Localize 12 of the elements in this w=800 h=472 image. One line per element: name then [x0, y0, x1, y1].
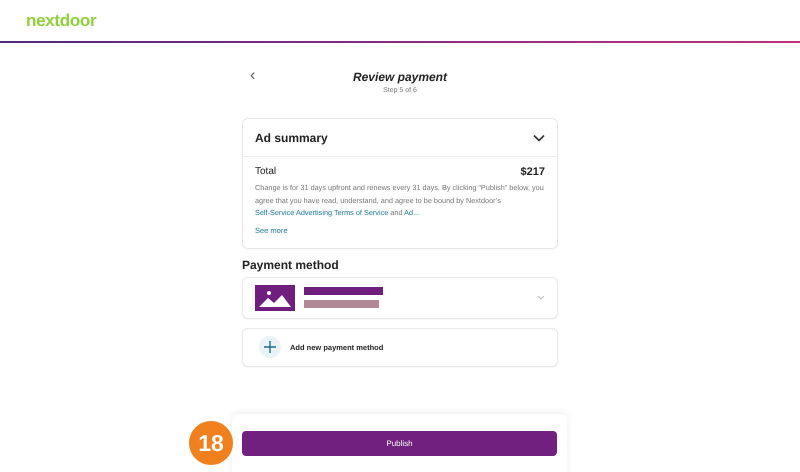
- page-title: Review payment: [352, 70, 448, 84]
- total-amount: $217: [520, 166, 545, 178]
- plus-icon: [259, 336, 281, 358]
- back-button[interactable]: ‹: [246, 68, 260, 84]
- chevron-icon[interactable]: [533, 134, 545, 142]
- publish-button[interactable]: Publish: [242, 431, 557, 456]
- image-icon: [255, 284, 295, 310]
- section-title: Ad summary: [255, 130, 328, 144]
- step-badge: 18: [189, 421, 233, 465]
- section-title: Payment method: [242, 258, 340, 272]
- total-label: Total: [255, 166, 276, 178]
- payment-card[interactable]: [242, 276, 558, 318]
